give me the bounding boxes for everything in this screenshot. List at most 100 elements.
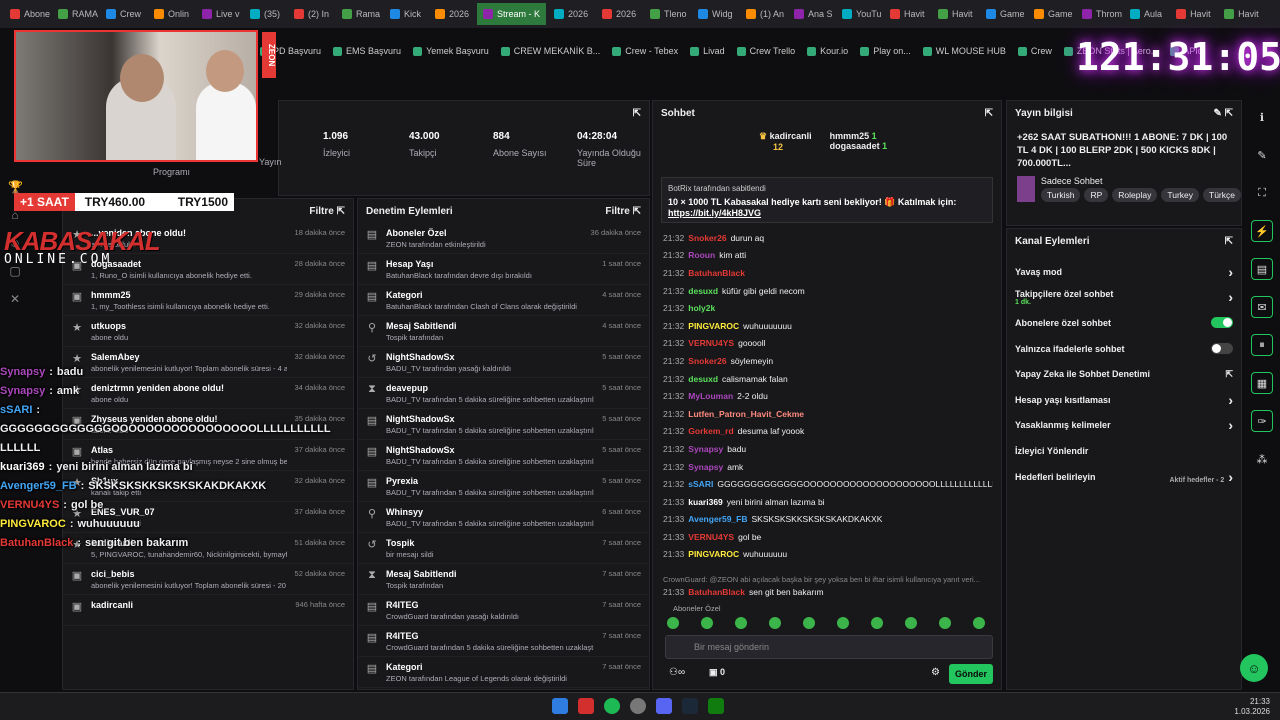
- browser-tab[interactable]: 2026: [596, 3, 642, 25]
- xbox-icon[interactable]: [708, 698, 724, 714]
- bolt-icon[interactable]: ⚡: [1251, 220, 1273, 242]
- chat-user[interactable]: BatuhanBlack: [688, 268, 745, 278]
- tag-chip[interactable]: Türkçe: [1203, 188, 1241, 202]
- bookmark[interactable]: Crew: [1017, 46, 1052, 56]
- browser-tab[interactable]: (35): [244, 3, 286, 25]
- send-button[interactable]: Gönder: [949, 664, 993, 684]
- chat-user[interactable]: desuxd: [688, 374, 718, 384]
- expand-icon[interactable]: ⇱: [633, 108, 641, 119]
- chat-user[interactable]: Snoker26: [688, 356, 726, 366]
- list-item[interactable]: ▤ Kategori ZEON tarafından League of Legen…: [358, 657, 649, 688]
- list-item[interactable]: ▣ hmmm25 1, my_Toothless isimli kullanıcıy…: [63, 285, 353, 316]
- bookmark[interactable]: WL MOUSE HUB: [922, 46, 1006, 56]
- pencil-icon[interactable]: ✎: [1251, 144, 1273, 166]
- chat-user[interactable]: VERNU4YS: [688, 338, 734, 348]
- toggle-switch[interactable]: [1211, 317, 1233, 329]
- spotify-icon[interactable]: [604, 698, 620, 714]
- discord-icon[interactable]: [656, 698, 672, 714]
- chat-user[interactable]: Lutfen_Patron_Havit_Cekme: [688, 409, 804, 419]
- list-item[interactable]: ▤ NightShadowSx BADU_TV tarafından 5 dakik…: [358, 409, 649, 440]
- support-icon[interactable]: ☺: [1240, 654, 1268, 682]
- browser-tab[interactable]: Rama: [336, 3, 382, 25]
- expand-icon[interactable]: ⇱: [633, 206, 641, 217]
- list-item[interactable]: ▤ Kategori BatuhanBlack tarafından Clash o…: [358, 285, 649, 316]
- steam-icon[interactable]: [682, 698, 698, 714]
- list-item[interactable]: ⧗ deavepup BADU_TV tarafından 5 dakika sür…: [358, 378, 649, 409]
- browser-tab[interactable]: YouTu: [836, 3, 882, 25]
- list-item[interactable]: ▤ R4ITEG CrowdGuard tarafından 5 dakika sü…: [358, 626, 649, 657]
- browser-tab[interactable]: Game: [980, 3, 1026, 25]
- pinned-link[interactable]: https://bit.ly/4kH8JVG: [668, 208, 986, 218]
- message-icon[interactable]: ✉: [1251, 296, 1273, 318]
- browser-tab[interactable]: (1) An: [740, 3, 786, 25]
- chat-user[interactable]: PINGVAROC: [688, 549, 739, 559]
- wrench-icon[interactable]: ✑: [1251, 410, 1273, 432]
- browser-tab[interactable]: Live v: [196, 3, 242, 25]
- browser-tab[interactable]: Game: [1028, 3, 1074, 25]
- doc-icon[interactable]: ▤: [1251, 258, 1273, 280]
- list-item[interactable]: ↺ NightShadowSx BADU_TV tarafından yasağı …: [358, 347, 649, 378]
- list-item[interactable]: ⚲ Mesaj Sabitlendi Tospik tarafından 4 saat…: [358, 316, 649, 347]
- chat-user[interactable]: Synapsy: [688, 462, 723, 472]
- list-item[interactable]: ⧗ Mesaj Sabitlendi Tospik tarafından 7 saat…: [358, 564, 649, 595]
- points-icon[interactable]: ⚇∞: [669, 667, 685, 678]
- list-item[interactable]: ⚲ Whinsyy BADU_TV tarafından 5 dakika süre…: [358, 502, 649, 533]
- trophy-icon[interactable]: 🏆: [8, 180, 23, 194]
- tag-chip[interactable]: RP: [1084, 188, 1109, 202]
- bookmark[interactable]: CREW MEKANİK B...: [500, 46, 600, 56]
- tag-chip[interactable]: Turkish: [1040, 188, 1081, 202]
- list-item[interactable]: ★ utkuops abone oldu 32 dakika önce: [63, 316, 353, 347]
- browser-tab[interactable]: Havit: [884, 3, 930, 25]
- browser-tab[interactable]: (2) In: [288, 3, 334, 25]
- chat-user[interactable]: holy2k: [688, 303, 715, 313]
- browser-tab[interactable]: Havit: [1218, 3, 1264, 25]
- filter-button[interactable]: Filtre: [605, 206, 629, 217]
- browser-tab[interactable]: Throm: [1076, 3, 1122, 25]
- browser-tab[interactable]: Havit: [1170, 3, 1216, 25]
- channel-action-row[interactable]: İzleyici Yönlendir: [1007, 438, 1241, 464]
- browser-tab[interactable]: Tleno: [644, 3, 690, 25]
- chat-user[interactable]: Rooun: [688, 250, 715, 260]
- browser-tab[interactable]: Abone: [4, 3, 50, 25]
- channel-action-row[interactable]: Hedefleri belirleyin Aktif hedefler - 2 ›: [1007, 464, 1241, 490]
- browser-tab[interactable]: Havit: [932, 3, 978, 25]
- bookmark[interactable]: Play on...: [860, 46, 911, 56]
- chat-user[interactable]: Snoker26: [688, 233, 726, 243]
- channel-action-row[interactable]: Yalnızca ifadelerle sohbet: [1007, 336, 1241, 362]
- list-item[interactable]: ▤ NightShadowSx BADU_TV tarafından 5 dakik…: [358, 440, 649, 471]
- list-item[interactable]: ▣ cici_bebis abonelik yenilemesini kutluyo…: [63, 564, 353, 595]
- chat-input[interactable]: Bir mesaj gönderin: [665, 635, 993, 659]
- bookmark[interactable]: Livad: [690, 46, 725, 56]
- dots-icon[interactable]: ⁂: [1251, 448, 1273, 470]
- grid-icon[interactable]: ▦: [1251, 372, 1273, 394]
- browser-tab[interactable]: 2026: [548, 3, 594, 25]
- list-item[interactable]: ▤ Pyrexia BADU_TV tarafından 5 dakika süre…: [358, 471, 649, 502]
- chat-user[interactable]: Synapsy: [688, 444, 723, 454]
- tag-chip[interactable]: Roleplay: [1112, 188, 1158, 202]
- chat-user[interactable]: VERNU4YS: [688, 532, 734, 542]
- list-item[interactable]: ▤ R4ITEG CrowdGuard tarafından yasağı kald…: [358, 595, 649, 626]
- browser-tab[interactable]: Stream - K: [477, 3, 547, 25]
- filter-button[interactable]: Filtre: [309, 206, 333, 217]
- info-icon[interactable]: ℹ: [1251, 106, 1273, 128]
- chat-user[interactable]: sSARI: [688, 479, 713, 489]
- gift-count[interactable]: ▣ 0: [709, 667, 725, 678]
- chat-user[interactable]: kuari369: [688, 497, 723, 507]
- settings-icon[interactable]: ⚙: [931, 667, 940, 678]
- expand-icon[interactable]: ⇱: [1225, 236, 1233, 247]
- browser-tab[interactable]: Kick: [384, 3, 427, 25]
- browser-tab[interactable]: Ana S: [788, 3, 834, 25]
- chat-user[interactable]: Gorkem_rd: [688, 426, 733, 436]
- browser-tab[interactable]: Widg: [692, 3, 738, 25]
- chat-user[interactable]: desuxd: [688, 286, 718, 296]
- bookmark[interactable]: Yemek Başvuru: [413, 46, 489, 56]
- chat-user[interactable]: PINGVAROC: [688, 321, 739, 331]
- obs-icon[interactable]: [630, 698, 646, 714]
- expand-icon[interactable]: ⇱: [985, 108, 993, 119]
- windows-icon[interactable]: [552, 698, 568, 714]
- node-icon[interactable]: ⛶: [1251, 182, 1273, 204]
- tag-chip[interactable]: Turkey: [1161, 188, 1200, 202]
- opera-icon[interactable]: [578, 698, 594, 714]
- channel-action-row[interactable]: Takipçilere özel sohbet 1 dk. ›: [1007, 285, 1241, 311]
- edit-icon[interactable]: ✎ ⇱: [1213, 108, 1233, 119]
